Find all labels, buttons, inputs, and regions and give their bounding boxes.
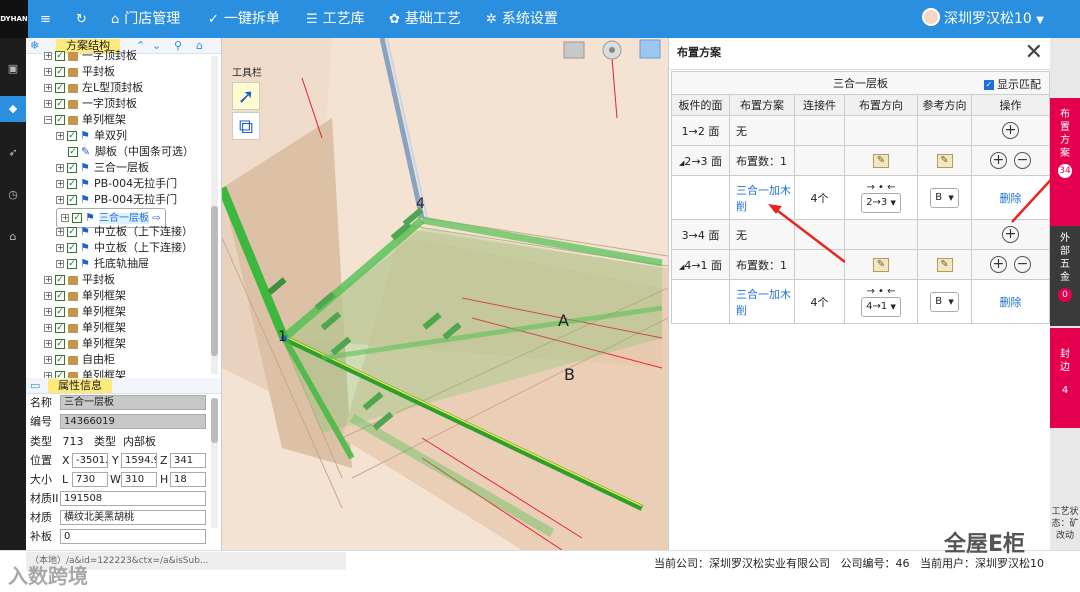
tab-count-badge: 4 bbox=[1061, 385, 1069, 396]
process-status-note: 工艺状态：矿改动 bbox=[1051, 507, 1079, 541]
tab-external-hardware[interactable]: 外部五金 0 bbox=[1050, 226, 1080, 326]
watermark-right: 全屋E柜 bbox=[944, 532, 1026, 557]
app-window: { "topbar": { "logo": "DYHAN", "items": … bbox=[0, 0, 1080, 592]
tab-layout-plan[interactable]: 布置方案 34 bbox=[1050, 98, 1080, 226]
watermark-left: 入数跨境 bbox=[8, 564, 88, 588]
bottom-strip bbox=[0, 578, 1080, 592]
tab-edge-banding[interactable]: 封边 4 bbox=[1050, 328, 1080, 428]
annotation-arrows bbox=[768, 166, 1063, 263]
tab-count-badge: 0 bbox=[1058, 288, 1072, 302]
tab-count-badge: 34 bbox=[1058, 164, 1072, 178]
side-tab-bar: 布置方案 34 外部五金 0 封边 4 bbox=[1050, 38, 1080, 550]
status-info: 当前公司：深圳罗汉松实业有限公司 公司编号：46 当前用户：深圳罗汉松10 bbox=[654, 557, 1044, 570]
